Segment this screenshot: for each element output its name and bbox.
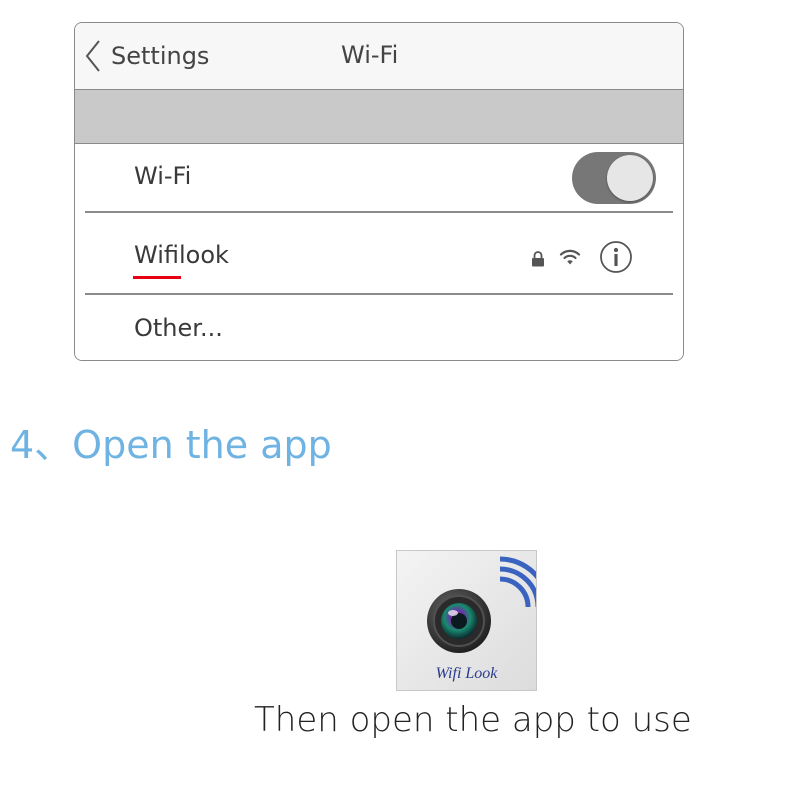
toggle-knob [607, 155, 653, 201]
app-icon-label: Wifi Look [435, 665, 498, 682]
page-title: Wi-Fi [341, 41, 399, 69]
section-spacer [75, 90, 683, 143]
network-row[interactable]: Wifilook [75, 213, 683, 294]
wifi-toggle[interactable] [572, 152, 656, 204]
settings-list: Wi-Fi Wifilook Other... [75, 144, 683, 360]
instruction-caption: Then open the app to use [254, 700, 692, 740]
wifi-row-label: Wi-Fi [134, 162, 192, 190]
chevron-left-icon [85, 40, 100, 72]
other-network-label: Other... [134, 314, 223, 342]
network-name: Wifilook [134, 241, 229, 269]
back-button[interactable]: Settings [83, 39, 209, 73]
wifi-look-app-icon[interactable]: Wifi Look [396, 550, 537, 691]
info-icon[interactable] [599, 240, 633, 274]
step-title: 4、Open the app [10, 423, 332, 467]
wifi-row: Wi-Fi [75, 144, 683, 212]
navigation-bar: Settings Wi-Fi [75, 23, 683, 89]
network-highlight-underline [133, 276, 181, 279]
wifi-settings-panel: Settings Wi-Fi Wi-Fi Wifilook Other... [74, 22, 684, 361]
lock-icon [532, 251, 544, 267]
back-label: Settings [111, 42, 210, 70]
other-row[interactable]: Other... [75, 295, 683, 360]
wifi-signal-icon [559, 249, 581, 265]
